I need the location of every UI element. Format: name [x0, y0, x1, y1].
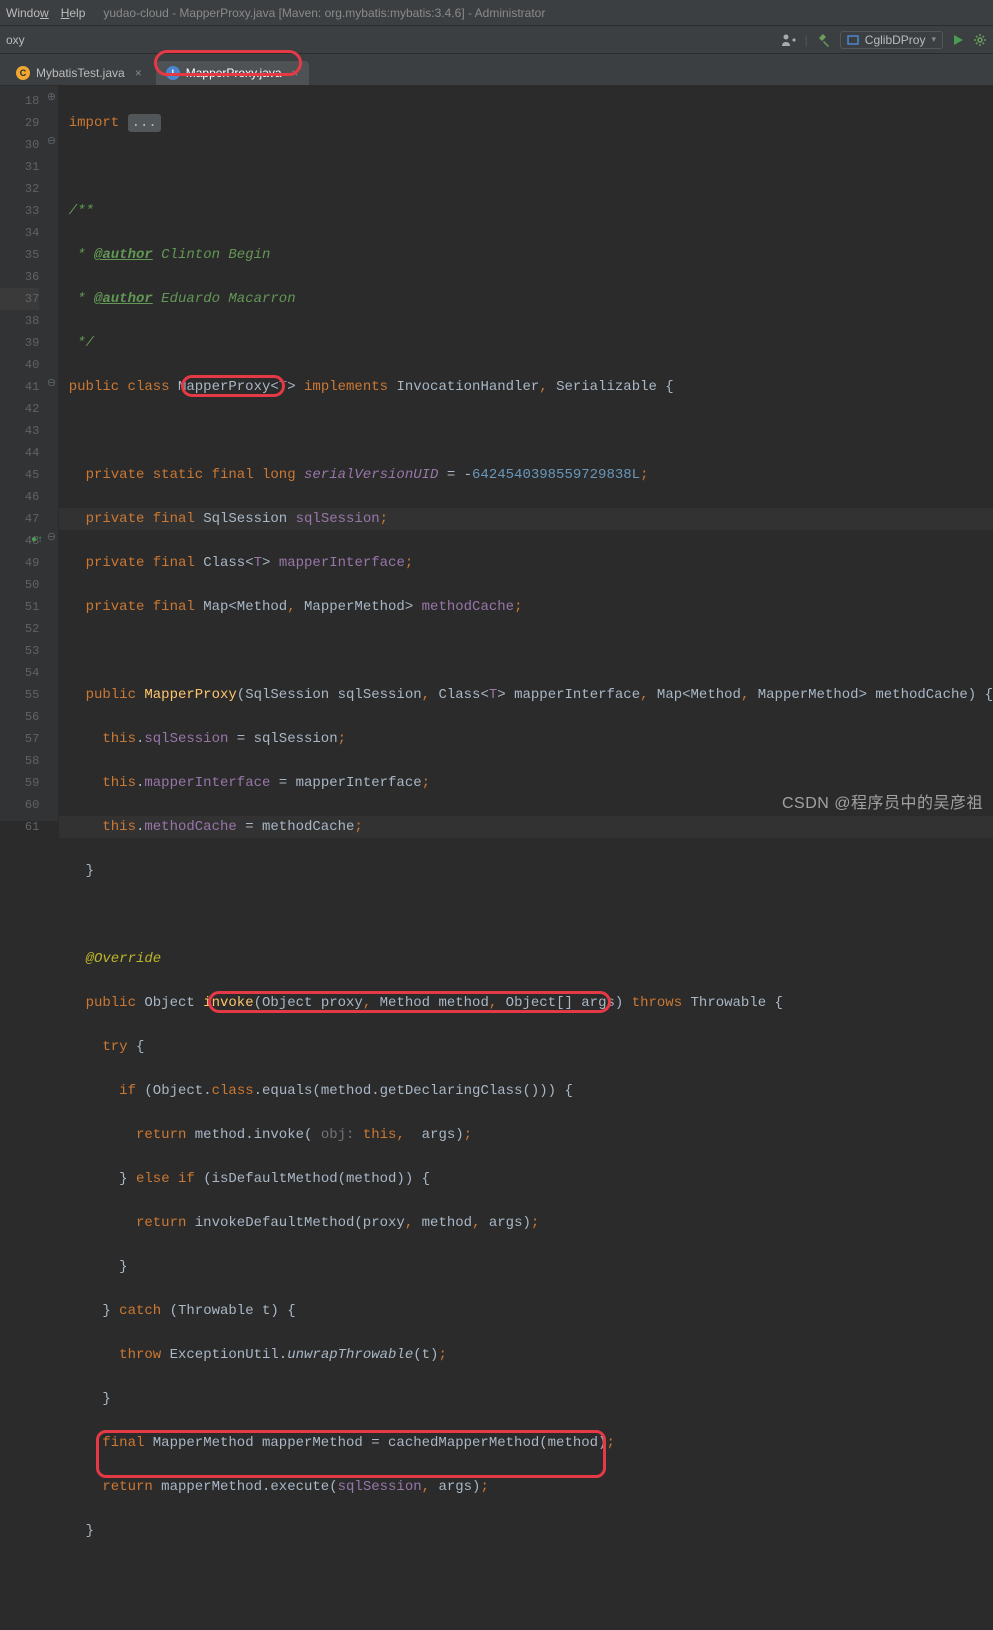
- editor: 1829303132333435363738394041424344454647…: [0, 86, 993, 821]
- code-area[interactable]: import ... /** * @author Clinton Begin *…: [59, 86, 993, 821]
- menu-window[interactable]: Window: [6, 6, 49, 20]
- close-icon[interactable]: ×: [135, 66, 142, 80]
- tab-mapperproxy[interactable]: I MapperProxy.java ×: [156, 61, 309, 85]
- class-icon: C: [16, 66, 30, 80]
- build-icon[interactable]: [816, 32, 832, 48]
- editor-tabs: C MybatisTest.java × I MapperProxy.java …: [0, 54, 993, 86]
- gutter[interactable]: 1829303132333435363738394041424344454647…: [0, 86, 45, 821]
- run-icon[interactable]: [951, 33, 965, 47]
- main-menu: Window Help: [6, 6, 85, 20]
- menu-help[interactable]: Help: [61, 6, 86, 20]
- chevron-down-icon: ▾: [931, 34, 936, 45]
- run-config-dropdown[interactable]: CglibDProy ▾: [840, 31, 943, 49]
- run-config-name: CglibDProy: [865, 33, 926, 47]
- override-gutter-icon[interactable]: ●↑: [31, 530, 43, 552]
- toolbar-right: | CglibDProy ▾: [781, 31, 987, 49]
- interface-icon: I: [166, 66, 180, 80]
- window-title: yudao-cloud - MapperProxy.java [Maven: o…: [103, 6, 545, 20]
- navigation-bar: oxy | CglibDProy ▾: [0, 26, 993, 54]
- gear-icon[interactable]: [973, 33, 987, 47]
- tab-label: MapperProxy.java: [186, 66, 282, 80]
- fold-column[interactable]: ⊕⊖⊖⊖: [45, 86, 58, 821]
- separator: |: [805, 33, 808, 47]
- users-icon[interactable]: [781, 33, 797, 47]
- tab-label: MybatisTest.java: [36, 66, 125, 80]
- close-icon[interactable]: ×: [292, 66, 299, 80]
- title-bar: Window Help yudao-cloud - MapperProxy.ja…: [0, 0, 993, 26]
- breadcrumb[interactable]: oxy: [6, 33, 25, 47]
- tab-mybatistest[interactable]: C MybatisTest.java ×: [6, 61, 152, 85]
